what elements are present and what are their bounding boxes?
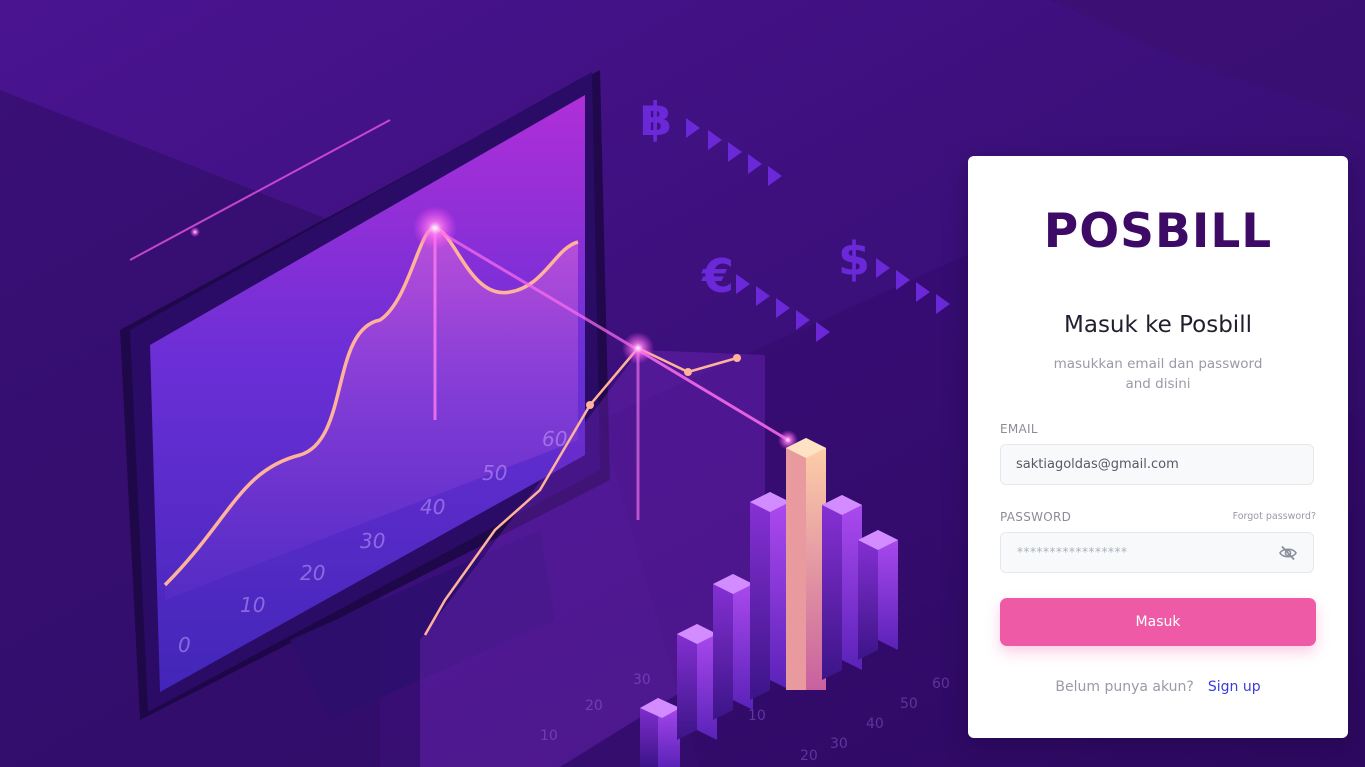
eye-off-icon[interactable] xyxy=(1279,545,1297,561)
euro-icon: € xyxy=(701,249,734,303)
monitor-axis-label: 10 xyxy=(240,593,265,617)
brand-logo: POSBILL xyxy=(1043,204,1273,259)
floor-axis-label: 20 xyxy=(585,698,603,714)
email-label: EMAIL xyxy=(1000,422,1038,436)
floor-axis-label: 20 xyxy=(800,748,818,764)
monitor-axis-label: 50 xyxy=(482,461,507,485)
forgot-password-link[interactable]: Forgot password? xyxy=(1233,511,1316,522)
email-field[interactable] xyxy=(1001,445,1313,484)
monitor-axis-label: 30 xyxy=(360,529,385,553)
monitor-axis-label: 0 xyxy=(178,633,191,657)
password-field[interactable]: ***************** xyxy=(1000,532,1314,573)
floor-axis-label: 40 xyxy=(866,716,884,732)
login-subtitle: masukkan email dan password and disini xyxy=(1053,356,1263,392)
floor-axis-label: 60 xyxy=(932,676,950,692)
floor-axis-label: 50 xyxy=(900,696,918,712)
email-field-wrapper xyxy=(1000,444,1314,485)
monitor-axis-label: 20 xyxy=(300,561,325,585)
bitcoin-icon: ฿ xyxy=(640,92,672,146)
login-card: POSBILL Masuk ke Posbill masukkan email … xyxy=(968,156,1348,738)
password-label: PASSWORD xyxy=(1000,510,1072,524)
floor-axis-label: 30 xyxy=(633,672,651,688)
login-title: Masuk ke Posbill xyxy=(1064,312,1252,338)
password-mask: ***************** xyxy=(1017,545,1128,559)
login-button[interactable]: Masuk xyxy=(1000,598,1316,646)
floor-axis-label: 30 xyxy=(830,736,848,752)
signup-link[interactable]: Sign up xyxy=(1208,679,1261,695)
floor-axis-label: 10 xyxy=(748,708,766,724)
floor-axis-label: 10 xyxy=(540,728,558,744)
signup-prompt: Belum punya akun? xyxy=(1055,679,1194,695)
monitor-axis-label: 40 xyxy=(420,495,445,519)
dollar-icon: $ xyxy=(838,232,870,286)
signup-row: Belum punya akun? Sign up xyxy=(968,679,1348,695)
